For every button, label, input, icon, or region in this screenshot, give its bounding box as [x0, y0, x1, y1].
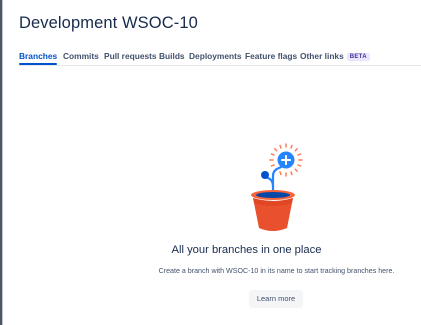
learn-more-button[interactable]: Learn more — [249, 290, 303, 308]
beta-badge: BETA — [346, 53, 370, 61]
empty-state-heading: All your branches in one place — [171, 244, 322, 256]
tab-branches[interactable]: Branches — [19, 51, 58, 65]
empty-state-description: Create a branch with WSOC-10 in its name… — [158, 267, 395, 275]
plant-pot-with-branch-icon — [251, 143, 303, 231]
dialog-title: Development WSOC-10 — [19, 14, 198, 32]
tab-commits[interactable]: Commits — [63, 51, 99, 61]
tab-deployments[interactable]: Deployments — [189, 51, 242, 61]
tab-builds[interactable]: Builds — [159, 51, 185, 61]
tab-other-links-label: Other links — [300, 51, 344, 61]
development-dialog: Development WSOC-10 Branches Commits Pul… — [2, 0, 421, 325]
tab-other-links[interactable]: Other links BETA — [300, 51, 370, 61]
tab-feature-flags[interactable]: Feature flags — [245, 51, 297, 61]
tab-bar: Branches Commits Pull requests Builds De… — [19, 51, 421, 66]
tab-pull-requests[interactable]: Pull requests — [104, 51, 157, 61]
